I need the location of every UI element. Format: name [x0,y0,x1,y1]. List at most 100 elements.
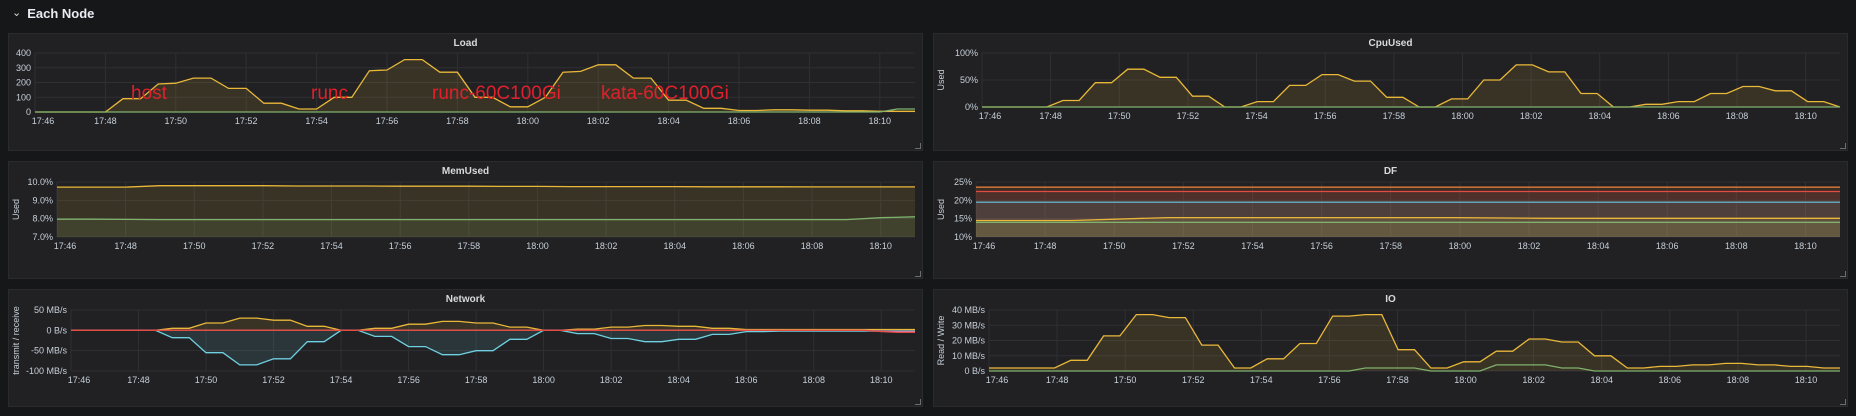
x-tick-label: 17:48 [1034,241,1057,251]
df-chart: 25% 20% 15% 10%17:46 17:48 17:50 17:52 17:54 17:… [936,177,1840,251]
y-axis-label: transmit / receive [11,306,21,375]
x-tick-label: 18:00 [1449,241,1472,251]
network-chart: 50 MB/s 0 B/s -50 MB/s -100 MB/s17:46 17:48 1… [11,305,915,385]
x-tick-label: 17:50 [1108,111,1131,121]
y-tick-label: 15% [954,214,972,224]
x-tick-label: 18:06 [732,241,755,251]
x-tick-label: 17:48 [94,116,117,126]
row-header[interactable]: ⌄ Each Node [0,0,1856,26]
x-tick-label: 17:54 [305,116,328,126]
panel-cpuused[interactable]: CpuUsed 100% 50% 0% 17:46 17:48 17:50 17:52 17:… [933,33,1848,151]
x-tick-label: 17:52 [262,375,285,385]
resize-handle[interactable] [1840,143,1846,149]
x-tick-label: 17:46 [986,375,1009,385]
x-tick-label: 18:00 [532,375,555,385]
x-tick-label: 18:06 [1656,241,1679,251]
x-tick-label: 17:48 [1039,111,1062,121]
x-tick-label: 17:48 [1046,375,1069,385]
x-tick-label: 17:46 [68,375,91,385]
y-tick-label: -100 MB/s [26,366,68,376]
row-title: Each Node [27,5,95,21]
y-tick-label: 0 [26,107,31,117]
series-area-4 [976,222,1840,237]
x-tick-label: 17:58 [458,241,481,251]
x-tick-label: 18:06 [728,116,751,126]
x-tick-label: 17:56 [1318,375,1341,385]
x-tick-label: 17:54 [1241,241,1264,251]
annotation-label: kata-60C100Gi [601,83,729,104]
x-tick-label: 18:06 [1659,375,1682,385]
x-tick-label: 18:08 [1727,375,1750,385]
annotation-label: runc [311,83,348,104]
y-tick-label: 50 MB/s [34,305,68,315]
y-tick-label: 100 [16,92,31,102]
y-axis-label: Used [936,69,946,90]
load-chart: 400 300 200 100 017:46 17:48 17:50 17:52 17:54 17… [16,48,915,126]
x-tick-label: 17:52 [1172,241,1195,251]
resize-handle[interactable] [915,271,921,277]
series-area-0 [71,318,915,331]
resize-handle[interactable] [1840,399,1846,405]
y-tick-label: 9.0% [32,195,53,205]
x-tick-label: 17:58 [1383,111,1406,121]
panel-df[interactable]: DF 25% 20% 15% 10% 17:46 17:48 17:50 17:52 17:54… [933,161,1848,279]
x-tick-label: 17:58 [1386,375,1409,385]
x-tick-label: 18:08 [1725,241,1748,251]
x-tick-label: 18:02 [595,241,618,251]
y-tick-label: -50 MB/s [31,346,68,356]
x-tick-label: 17:56 [376,116,399,126]
y-tick-label: 40 MB/s [952,305,986,315]
x-tick-label: 17:50 [195,375,218,385]
resize-handle[interactable] [915,143,921,149]
y-tick-label: 20% [954,195,972,205]
x-tick-label: 18:00 [1451,111,1474,121]
x-tick-label: 17:50 [1103,241,1126,251]
x-tick-label: 17:56 [1314,111,1337,121]
x-tick-label: 18:04 [1590,375,1613,385]
y-tick-label: 300 [16,63,31,73]
x-tick-label: 18:04 [1588,111,1611,121]
x-tick-label: 17:54 [330,375,353,385]
x-tick-label: 18:04 [663,241,686,251]
x-tick-label: 18:00 [517,116,540,126]
x-tick-label: 18:08 [798,116,821,126]
x-tick-label: 18:08 [1726,111,1749,121]
x-tick-label: 17:50 [183,241,206,251]
y-axis-label: Used [11,199,21,220]
y-tick-label: 25% [954,177,972,187]
x-tick-label: 17:56 [397,375,420,385]
x-tick-label: 18:08 [801,241,824,251]
x-tick-label: 18:00 [1454,375,1477,385]
chevron-down-icon[interactable]: ⌄ [12,7,21,19]
y-tick-label: 20 MB/s [952,336,986,346]
x-tick-label: 18:04 [667,375,690,385]
x-tick-label: 17:48 [114,241,137,251]
y-tick-label: 50% [960,75,978,85]
x-tick-label: 18:04 [657,116,680,126]
panel-load[interactable]: Load 400 300 200 100 0 17:46 17:48 17:50 17:52 17… [8,33,923,151]
x-tick-label: 18:10 [1794,241,1817,251]
x-tick-label: 18:02 [1522,375,1545,385]
panel-network[interactable]: Network 50 MB/s 0 B/s -50 MB/s -100 MB/s 17:… [8,289,923,407]
resize-handle[interactable] [915,399,921,405]
x-tick-label: 17:48 [127,375,150,385]
panel-memused[interactable]: MemUsed 10.0% 9.0% 8.0% 7.0% 17:46 17:48 17:50… [8,161,923,279]
y-tick-label: 200 [16,78,31,88]
x-tick-label: 18:08 [802,375,825,385]
x-tick-label: 17:50 [165,116,188,126]
y-tick-label: 7.0% [32,232,53,242]
resize-handle[interactable] [1840,271,1846,277]
x-tick-label: 17:58 [465,375,488,385]
panel-io[interactable]: IO 40 MB/s 30 MB/s 20 MB/s 10 MB/s 0 B/s 17:4… [933,289,1848,407]
x-tick-label: 17:52 [1182,375,1205,385]
x-tick-label: 18:02 [1520,111,1543,121]
x-tick-label: 18:06 [735,375,758,385]
x-tick-label: 18:10 [870,375,893,385]
memused-chart: 10.0% 9.0% 8.0% 7.0%17:46 17:48 17:50 17:52 17:… [11,177,916,251]
x-tick-label: 17:52 [252,241,275,251]
y-tick-label: 100% [955,48,978,58]
x-tick-label: 17:52 [235,116,258,126]
annotation-label: host [131,83,168,104]
x-tick-label: 17:46 [979,111,1002,121]
x-tick-label: 17:46 [32,116,55,126]
